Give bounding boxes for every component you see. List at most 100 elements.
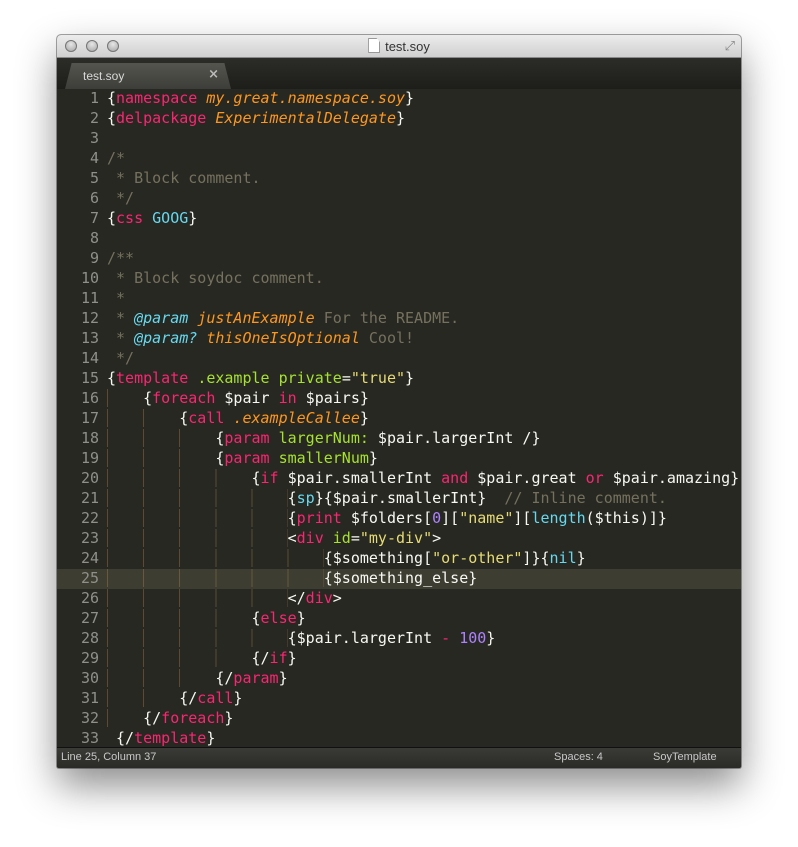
code-token: } [233, 689, 243, 707]
code-token: {/ [107, 729, 135, 747]
code-token: {$something[ [323, 549, 433, 567]
code-text: {namespace my.great.namespace.soy} [107, 89, 414, 107]
tab-test-soy[interactable]: test.soy × [65, 63, 231, 89]
code-line[interactable]: 28 {$pair.largerInt - 100} [57, 629, 741, 649]
code-token: call [197, 689, 234, 707]
code-line[interactable]: 17 {call .exampleCallee} [57, 409, 741, 429]
code-text: {if $pair.smallerInt and $pair.great or … [107, 469, 739, 487]
code-token: /* [107, 149, 126, 167]
line-number: 6 [89, 189, 99, 207]
line-number: 19 [80, 449, 99, 467]
code-token: } [224, 709, 234, 727]
indent-guide [107, 389, 144, 407]
code-line[interactable]: 33 {/template} [57, 729, 741, 749]
code-token: { [287, 509, 297, 527]
code-line[interactable]: 9 /** [57, 249, 741, 269]
syntax-selector[interactable]: SoyTemplate [653, 748, 717, 767]
code-line[interactable]: 10 * Block soydoc comment. [57, 269, 741, 289]
code-line[interactable]: 18 {param largerNum: $pair.largerInt /} [57, 429, 741, 449]
code-line[interactable]: 30 {/param} [57, 669, 741, 689]
code-line[interactable]: 6 */ [57, 189, 741, 209]
code-token: template [116, 369, 189, 387]
code-token: $pair [215, 389, 279, 407]
code-text: */ [107, 349, 134, 367]
code-line[interactable]: 24 {$something["or-other"]}{nil} [57, 549, 741, 569]
code-line[interactable]: 22 {print $folders[0]["name"][length($th… [57, 509, 741, 529]
code-token: < [287, 529, 297, 547]
code-line[interactable]: 16 {foreach $pair in $pairs} [57, 389, 741, 409]
code-token: { [287, 489, 297, 507]
code-token: {/ [179, 689, 198, 707]
code-token: largerNum: [278, 429, 369, 447]
code-token: } [188, 209, 198, 227]
code-line[interactable]: 25 {$something_else} [57, 569, 741, 589]
code-line[interactable]: 20 {if $pair.smallerInt and $pair.great … [57, 469, 741, 489]
code-token: } [296, 609, 306, 627]
code-token: } [206, 729, 216, 747]
line-number: 18 [80, 429, 99, 447]
code-token: } [359, 409, 369, 427]
code-line[interactable]: 7 {css GOOG} [57, 209, 741, 229]
line-number: 14 [80, 349, 99, 367]
line-number: 10 [80, 269, 99, 287]
code-token: else [260, 609, 297, 627]
code-line[interactable]: 2 {delpackage ExperimentalDelegate} [57, 109, 741, 129]
window-title: test.soy [57, 38, 741, 54]
code-token: param [224, 429, 270, 447]
code-token: } [405, 89, 415, 107]
code-token: GOOG [152, 209, 189, 227]
code-token: = [341, 369, 351, 387]
code-line[interactable]: 4 /* [57, 149, 741, 169]
code-token: } [576, 549, 586, 567]
code-line[interactable]: 19 {param smallerNum} [57, 449, 741, 469]
code-token: "true" [350, 369, 406, 387]
indent-guide [107, 549, 324, 567]
line-number: 7 [89, 209, 99, 227]
code-line[interactable]: 32 {/foreach} [57, 709, 741, 729]
tab-close-icon[interactable]: × [208, 67, 219, 82]
code-line[interactable]: 14 */ [57, 349, 741, 369]
code-line[interactable]: 31 {/call} [57, 689, 741, 709]
code-line[interactable]: 23 <div id="my-div"> [57, 529, 741, 549]
line-number: 5 [89, 169, 99, 187]
status-bar: Line 25, Column 37 Spaces: 4 SoyTemplate [57, 747, 741, 768]
code-token: sp [296, 489, 315, 507]
line-number: 22 [80, 509, 99, 527]
code-token: $folders[ [341, 509, 433, 527]
code-token: .example [197, 369, 270, 387]
code-token: $pair.great [468, 469, 586, 487]
code-text: <div id="my-div"> [107, 529, 441, 547]
code-token: * [107, 329, 135, 347]
code-line[interactable]: 15 {template .example private="true"} [57, 369, 741, 389]
code-text: {template .example private="true"} [107, 369, 414, 387]
code-line[interactable]: 29 {/if} [57, 649, 741, 669]
code-text: {print $folders[0]["name"][length($this)… [107, 509, 667, 527]
code-line[interactable]: 12 * @param justAnExample For the README… [57, 309, 741, 329]
code-token: /** [107, 249, 135, 267]
indentation-setting[interactable]: Spaces: 4 [554, 748, 603, 767]
fullscreen-icon[interactable]: ⤢ [725, 39, 735, 54]
code-token: "or-other" [432, 549, 523, 567]
code-line[interactable]: 11 * [57, 289, 741, 309]
code-token: in [278, 389, 297, 407]
code-line[interactable]: 27 {else} [57, 609, 741, 629]
code-line[interactable]: 8 [57, 229, 741, 249]
code-line[interactable]: 13 * @param? thisOneIsOptional Cool! [57, 329, 741, 349]
code-line[interactable]: 21 {sp}{$pair.smallerInt} // Inline comm… [57, 489, 741, 509]
code-line[interactable]: 1 {namespace my.great.namespace.soy} [57, 89, 741, 109]
line-number: 8 [89, 229, 99, 247]
indent-guide [107, 569, 324, 587]
code-line[interactable]: 3 [57, 129, 741, 149]
code-token: } [287, 649, 297, 667]
code-token: $pair.amazing} [603, 469, 740, 487]
code-token: 100 [459, 629, 487, 647]
code-line[interactable]: 26 </div> [57, 589, 741, 609]
code-line[interactable]: 5 * Block comment. [57, 169, 741, 189]
code-editor[interactable]: 1 {namespace my.great.namespace.soy} 2 {del… [57, 89, 741, 748]
